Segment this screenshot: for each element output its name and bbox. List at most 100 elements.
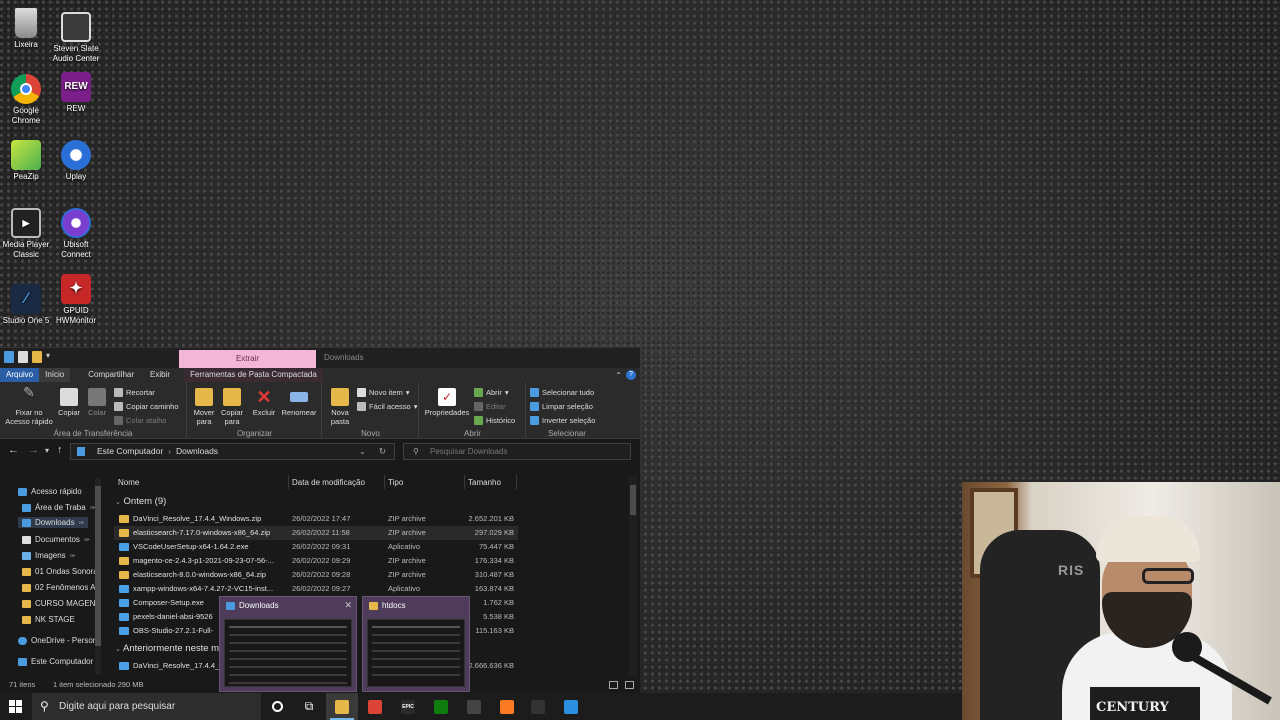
taskbar-search[interactable]: ⚲ Digite aqui para pesquisar <box>32 693 261 720</box>
column-size[interactable]: Tamanho <box>468 478 501 487</box>
tab-extrair[interactable]: Extrair <box>179 350 316 368</box>
clear-selection-button[interactable]: Limpar seleção <box>530 402 593 411</box>
desktop-icon-steven-slate[interactable]: Steven Slate Audio Center <box>50 8 102 64</box>
nav-item-folder[interactable]: CURSO MAGENT <box>22 599 100 608</box>
address-bar[interactable]: Este Computador › Downloads ⌄ ↻ <box>70 443 395 460</box>
desktop-icon-lixeira[interactable]: Lixeira <box>0 4 52 50</box>
paste-shortcut-button[interactable]: Colar atalho <box>114 416 166 425</box>
start-button[interactable] <box>9 700 22 713</box>
thumbnail-htdocs[interactable]: htdocs <box>362 596 470 692</box>
nav-item-folder[interactable]: 02 Fenômenos A <box>22 583 95 592</box>
search-input[interactable]: ⚲ Pesquisar Downloads <box>403 443 631 460</box>
move-to-button[interactable]: Mover para <box>190 388 218 426</box>
nav-item-pictures[interactable]: Imagens ✑ <box>22 551 76 560</box>
breadcrumb-this-pc[interactable]: Este Computador <box>97 446 163 456</box>
taskbar-app-button[interactable] <box>326 693 358 720</box>
edit-button[interactable]: Editar <box>474 402 506 411</box>
delete-button[interactable]: ✕ Excluir <box>250 388 278 417</box>
new-item-button[interactable]: Novo item ▾ <box>357 388 410 397</box>
group-header-earlier[interactable]: ⌄ Anteriormente neste m <box>115 643 219 654</box>
select-all-button[interactable]: Selecionar tudo <box>530 388 594 397</box>
table-row[interactable]: elasticsearch-8.0.0-windows-x86_64.zip 26… <box>114 568 518 582</box>
copy-button[interactable]: Copiar <box>56 388 82 417</box>
tab-ferramentas-pasta-compactada[interactable]: Ferramentas de Pasta Compactada <box>184 368 323 382</box>
desktop-icon-uplay[interactable]: Uplay <box>50 136 102 182</box>
help-icon[interactable]: ? <box>626 370 636 380</box>
properties-qa-icon[interactable] <box>4 351 14 363</box>
forward-button[interactable]: → <box>28 444 39 456</box>
taskbar-app-button[interactable]: EPIC <box>392 693 424 720</box>
breadcrumb-downloads[interactable]: Downloads <box>176 446 218 456</box>
desktop-icon-ubisoft[interactable]: Ubisoft Connect <box>50 204 102 260</box>
taskbar-app-button[interactable] <box>458 693 490 720</box>
taskbar-app-button[interactable] <box>522 693 554 720</box>
column-separator[interactable] <box>516 475 517 489</box>
group-header-yesterday[interactable]: ⌄ Ontem (9) <box>115 496 166 507</box>
properties-button[interactable]: ✓ Propriedades <box>422 388 472 417</box>
desktop-icon-hwmonitor[interactable]: ✦ GPUID HWMonitor <box>50 270 102 326</box>
tab-compartilhar[interactable]: Compartilhar <box>82 368 140 382</box>
table-row[interactable]: VSCodeUserSetup-x64-1.64.2.exe 26/02/2022… <box>114 540 518 554</box>
desktop-icon-studio-one[interactable]: ∕ Studio One 5 <box>0 280 52 326</box>
column-type[interactable]: Tipo <box>388 478 403 487</box>
paste-button[interactable]: Colar <box>85 388 109 417</box>
collapse-ribbon-icon[interactable]: ⌃ <box>615 369 622 383</box>
nav-item-downloads[interactable]: Downloads ✑ <box>18 517 89 528</box>
copy-to-button[interactable]: Copiar para <box>218 388 246 426</box>
cortana-button[interactable] <box>261 693 293 720</box>
column-date[interactable]: Data de modificação <box>292 478 365 487</box>
file-list-scrollbar-thumb[interactable] <box>630 485 636 515</box>
pin-quick-access-button[interactable]: ✎ Fixar no Acesso rápido <box>4 385 54 426</box>
rename-button[interactable]: Renomear <box>280 388 318 417</box>
nav-scrollbar-thumb[interactable] <box>95 486 101 646</box>
table-row[interactable]: magento-ce-2.4.3-p1-2021-09-23-07-56-...… <box>114 554 518 568</box>
tab-exibir[interactable]: Exibir <box>144 368 176 382</box>
new-folder-button[interactable]: Nova pasta <box>327 388 353 426</box>
cut-button[interactable]: Recortar <box>114 388 155 397</box>
column-separator[interactable] <box>464 475 465 489</box>
nav-item-this-pc[interactable]: Este Computador <box>18 657 93 666</box>
thumbnail-downloads[interactable]: Downloads ✕ <box>219 596 357 692</box>
desktop-icon-chrome[interactable]: Google Chrome <box>0 70 52 126</box>
column-separator[interactable] <box>288 475 289 489</box>
taskbar-app-button[interactable] <box>359 693 391 720</box>
tab-inicio[interactable]: Início <box>39 368 71 382</box>
easy-access-button[interactable]: Fácil acesso ▾ <box>357 402 417 411</box>
nav-item-quick-access[interactable]: Acesso rápido <box>18 487 82 496</box>
table-row[interactable]: elasticsearch-7.17.0-windows-x86_64.zip 2… <box>114 526 518 540</box>
address-dropdown-icon[interactable]: ⌄ <box>359 444 366 459</box>
nav-item-onedrive[interactable]: OneDrive - Person <box>18 636 97 645</box>
open-button[interactable]: Abrir ▾ <box>474 388 509 397</box>
desktop-icon-peazip[interactable]: PeaZip <box>0 136 52 182</box>
large-icons-view-icon[interactable] <box>625 681 634 689</box>
column-name[interactable]: Nome <box>118 478 139 487</box>
taskbar-app-button[interactable] <box>491 693 523 720</box>
nav-scrollbar[interactable] <box>95 478 101 675</box>
nav-item-desktop[interactable]: Área de Traba ✑ <box>22 503 96 512</box>
table-row[interactable]: xampp-windows-x64-7.4.27-2-VC15-inst... 2… <box>114 582 518 596</box>
up-button[interactable]: ↑ <box>57 444 63 456</box>
tab-arquivo[interactable]: Arquivo <box>0 368 40 382</box>
column-separator[interactable] <box>384 475 385 489</box>
nav-item-documents[interactable]: Documentos ✑ <box>22 535 90 544</box>
nav-item-folder[interactable]: NK STAGE <box>22 615 75 624</box>
refresh-icon[interactable]: ↻ <box>379 444 386 459</box>
customize-qa-icon[interactable]: ▾ <box>46 351 50 363</box>
file-list-scrollbar[interactable] <box>629 475 637 678</box>
history-button[interactable]: Histórico <box>474 416 515 425</box>
desktop-icon-rew[interactable]: REW REW <box>50 68 102 114</box>
task-view-button[interactable]: ⧉ <box>293 693 325 720</box>
desktop-icon-mpc[interactable]: ▶ Media Player Classic <box>0 204 52 260</box>
close-icon[interactable]: ✕ <box>344 600 352 611</box>
new-folder-qa-icon[interactable] <box>32 351 42 363</box>
recent-locations-button[interactable]: ▾ <box>45 446 49 455</box>
copy-path-button[interactable]: Copiar caminho <box>114 402 179 411</box>
nav-item-folder[interactable]: 01 Ondas Sonora <box>22 567 98 576</box>
save-qa-icon[interactable] <box>18 351 28 363</box>
details-view-icon[interactable] <box>609 681 618 689</box>
back-button[interactable]: ← <box>8 444 19 456</box>
table-row[interactable]: DaVinci_Resolve_17.4.4_Windows.zip 26/02/… <box>114 512 518 526</box>
taskbar-app-button[interactable] <box>555 693 587 720</box>
taskbar-app-button[interactable] <box>425 693 457 720</box>
invert-selection-button[interactable]: Inverter seleção <box>530 416 595 425</box>
